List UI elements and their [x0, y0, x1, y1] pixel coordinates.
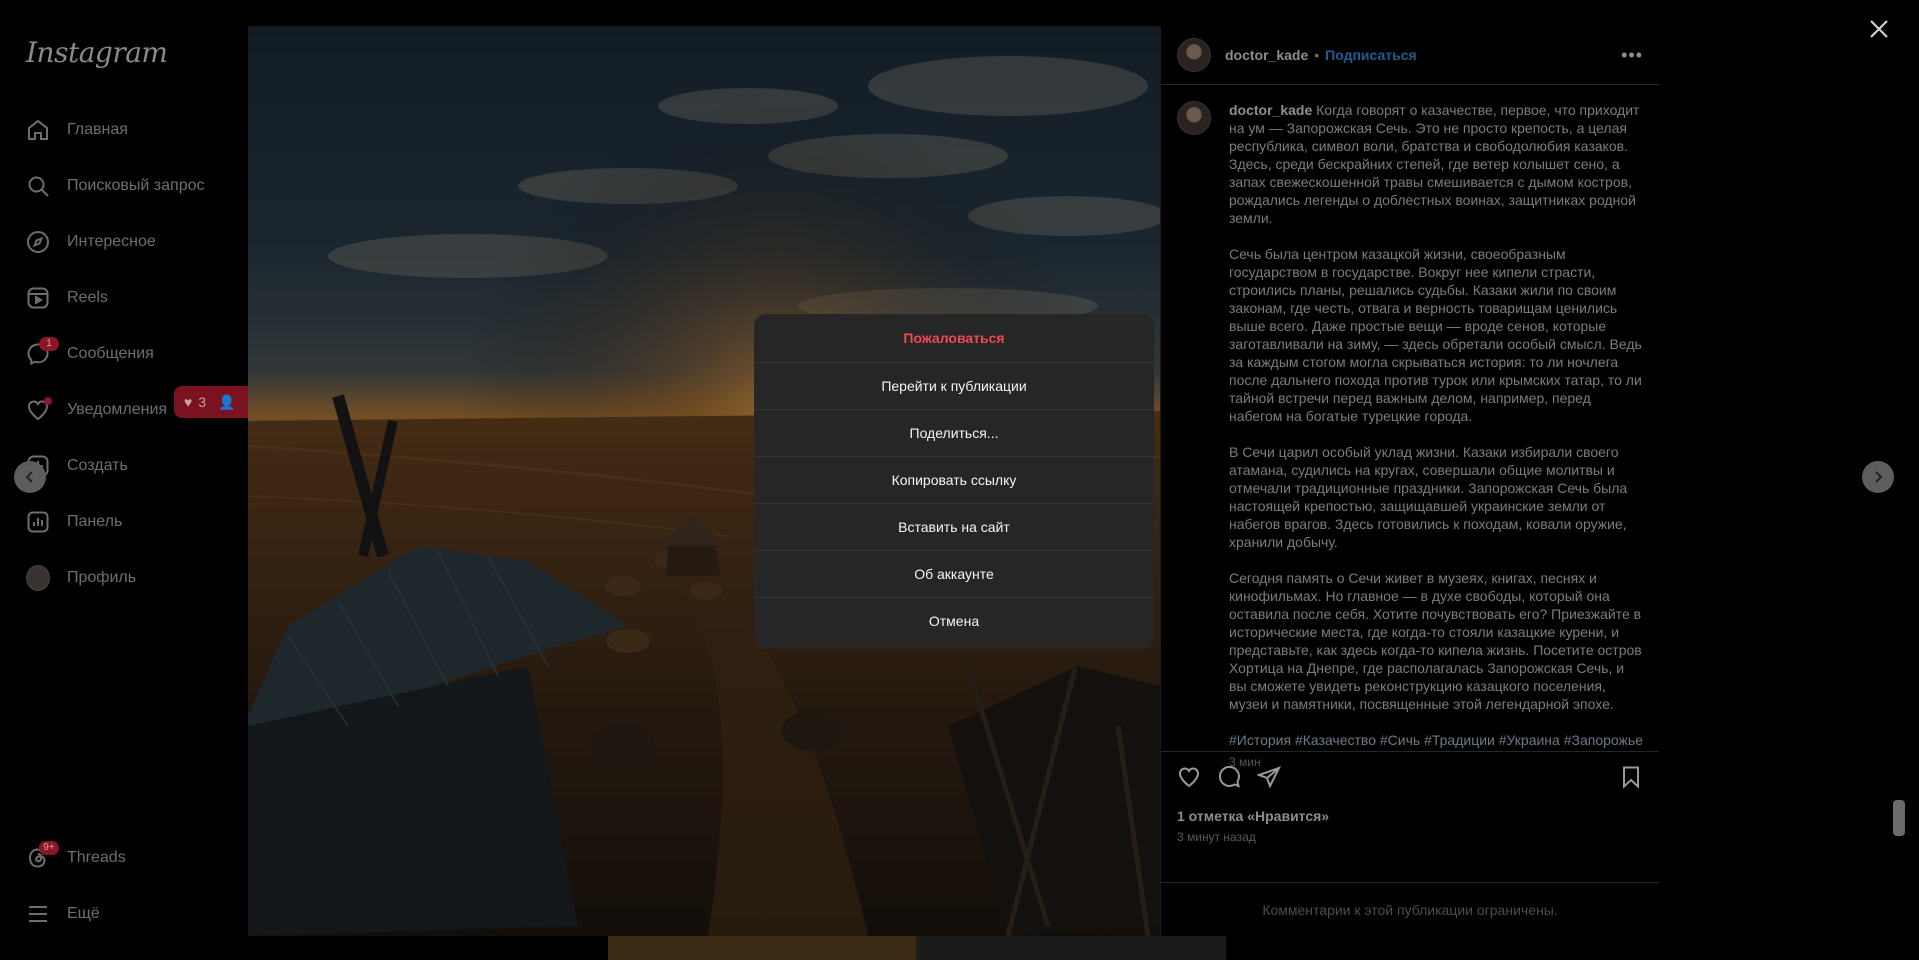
- heart-icon: ♥: [184, 394, 193, 410]
- comments-limited-notice: Комментарии к этой публикации ограничены…: [1161, 882, 1659, 937]
- caption-area: doctor_kade Когда говорят о казачестве, …: [1161, 85, 1659, 766]
- instagram-logo[interactable]: Instagram: [26, 36, 168, 69]
- sidebar-item-explore[interactable]: Интересное: [0, 214, 245, 270]
- home-icon: [26, 118, 50, 142]
- copy-link-button[interactable]: Копировать ссылку: [754, 456, 1154, 503]
- post-username[interactable]: doctor_kade: [1225, 47, 1308, 63]
- next-image-strip: [608, 936, 916, 960]
- sidebar-item-dashboard[interactable]: Панель: [0, 494, 245, 550]
- sidebar-item-threads[interactable]: 9+ Threads: [0, 830, 245, 886]
- sidebar-bottom: 9+ Threads Ещё: [0, 830, 245, 942]
- dashboard-icon: [26, 510, 50, 534]
- post-details-panel: doctor_kade • Подписаться ••• doctor_kad…: [1160, 26, 1659, 936]
- hashtags[interactable]: #История #Казачество #Сичь #Традиции #Ук…: [1229, 731, 1643, 749]
- post-options-dialog: Пожаловаться Перейти к публикации Подели…: [754, 314, 1154, 649]
- sidebar-item-label: Панель: [67, 513, 123, 530]
- post-header: doctor_kade • Подписаться •••: [1161, 26, 1659, 85]
- likes-count[interactable]: 1 отметка «Нравится»: [1177, 808, 1643, 824]
- prev-post-button[interactable]: [14, 461, 46, 493]
- sidebar-item-label: Ещё: [67, 905, 100, 922]
- sidebar-item-label: Интересное: [67, 233, 156, 250]
- profile-avatar: [26, 565, 50, 591]
- caption-row: doctor_kade Когда говорят о казачестве, …: [1177, 101, 1643, 766]
- action-row: [1177, 764, 1643, 794]
- separator-dot: •: [1314, 47, 1320, 63]
- share-icon[interactable]: [1256, 765, 1281, 794]
- follow-button[interactable]: Подписаться: [1325, 47, 1417, 63]
- go-to-post-button[interactable]: Перейти к публикации: [754, 362, 1154, 409]
- search-icon: [26, 174, 50, 198]
- about-account-button[interactable]: Об аккаунте: [754, 550, 1154, 597]
- sidebar-nav: Главная Поисковый запрос Интересное Reel…: [0, 102, 245, 606]
- reels-icon: [26, 286, 50, 310]
- sidebar-item-profile[interactable]: Профиль: [0, 550, 245, 606]
- threads-badge: 9+: [39, 841, 59, 855]
- caption-text: doctor_kade Когда говорят о казачестве, …: [1229, 101, 1643, 766]
- sidebar-item-label: Профиль: [67, 569, 137, 586]
- sidebar-item-home[interactable]: Главная: [0, 102, 245, 158]
- sidebar-item-messages[interactable]: 1 Сообщения: [0, 326, 245, 382]
- post-actions: 1 отметка «Нравится» 3 минут назад: [1161, 751, 1659, 844]
- close-icon[interactable]: [1866, 16, 1892, 42]
- like-icon[interactable]: [1177, 765, 1201, 794]
- sidebar-item-label: Уведомления: [67, 401, 168, 418]
- notification-dot: [44, 397, 52, 405]
- embed-button[interactable]: Вставить на сайт: [754, 503, 1154, 550]
- next-image-strip: [916, 936, 1226, 960]
- report-button[interactable]: Пожаловаться: [754, 314, 1154, 362]
- sidebar-item-label: Threads: [67, 849, 126, 866]
- more-options-icon[interactable]: •••: [1621, 45, 1643, 66]
- sidebar-item-more[interactable]: Ещё: [0, 886, 245, 942]
- chevron-left-icon: [25, 471, 33, 483]
- next-post-button[interactable]: [1862, 461, 1894, 493]
- caption-username[interactable]: doctor_kade: [1229, 102, 1312, 118]
- sidebar-item-reels[interactable]: Reels: [0, 270, 245, 326]
- heart-icon: [26, 397, 52, 422]
- compass-icon: [26, 230, 50, 254]
- likes-count: 3: [198, 394, 207, 410]
- messenger-icon: 1: [26, 337, 59, 366]
- sidebar-item-label: Reels: [67, 289, 108, 306]
- post-time: 3 минут назад: [1177, 830, 1256, 844]
- avatar[interactable]: [1177, 38, 1211, 72]
- share-button[interactable]: Поделиться...: [754, 409, 1154, 456]
- threads-icon: 9+: [26, 841, 59, 870]
- messages-badge: 1: [39, 337, 59, 351]
- caption-paragraph: Сегодня память о Сечи живет в музеях, кн…: [1229, 570, 1642, 712]
- comment-icon[interactable]: [1217, 765, 1241, 794]
- follower-icon: 👤: [218, 393, 236, 410]
- chevron-right-icon: [1875, 471, 1883, 483]
- caption-paragraph-text: Когда говорят о казачестве, первое, что …: [1229, 102, 1640, 226]
- avatar[interactable]: [1177, 101, 1211, 135]
- sidebar-item-label: Создать: [67, 457, 128, 474]
- caption-paragraph: doctor_kade Когда говорят о казачестве, …: [1229, 101, 1643, 227]
- side-panel-handle[interactable]: [1893, 800, 1905, 836]
- caption-paragraph: В Сечи царил особый уклад жизни. Казаки …: [1229, 444, 1628, 550]
- sidebar-item-search[interactable]: Поисковый запрос: [0, 158, 245, 214]
- bookmark-icon[interactable]: [1619, 765, 1643, 794]
- menu-icon: [26, 902, 50, 926]
- cancel-button[interactable]: Отмена: [754, 597, 1154, 644]
- caption-paragraph: Сечь была центром казацкой жизни, своеоб…: [1229, 246, 1642, 424]
- sidebar-item-label: Сообщения: [67, 345, 154, 362]
- sidebar-item-label: Поисковый запрос: [67, 177, 205, 194]
- sidebar-item-label: Главная: [67, 121, 128, 138]
